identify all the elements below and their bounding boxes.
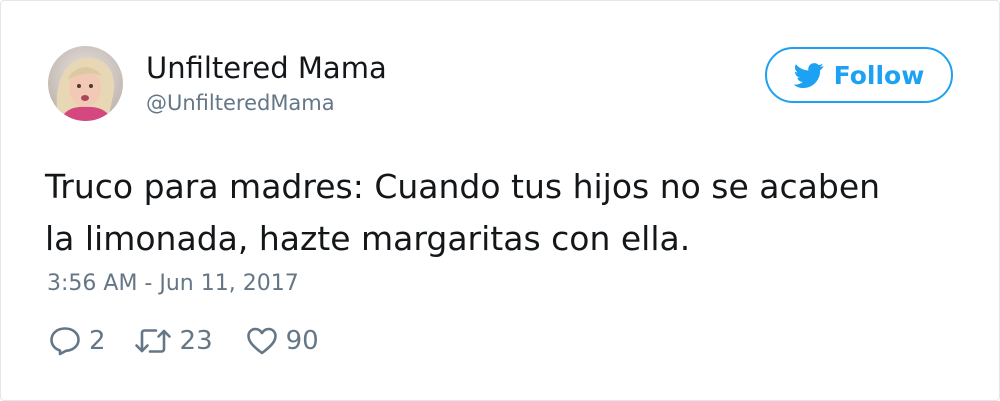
retweet-button[interactable]: 23 <box>134 326 213 356</box>
reply-button[interactable]: 2 <box>49 326 106 356</box>
follow-label: Follow <box>833 60 925 90</box>
avatar[interactable] <box>48 46 123 121</box>
retweet-icon <box>134 327 172 355</box>
like-button[interactable]: 90 <box>246 326 319 356</box>
profile-photo-icon <box>48 46 123 121</box>
tweet-text-line: Truco para madres: Cuando tus hijos no s… <box>45 167 881 206</box>
tweet-card: Unfiltered Mama @UnfilteredMama Follow T… <box>0 0 1000 401</box>
reply-icon <box>49 326 81 356</box>
like-count: 90 <box>285 326 319 356</box>
retweet-count: 23 <box>179 326 213 356</box>
twitter-bird-icon <box>793 62 824 88</box>
tweet-text: Truco para madres: Cuando tus hijos no s… <box>45 161 965 265</box>
user-handle[interactable]: @UnfilteredMama <box>146 90 335 116</box>
tweet-actions: 2 23 90 <box>49 321 319 361</box>
follow-button[interactable]: Follow <box>765 47 953 103</box>
heart-icon <box>246 326 278 356</box>
reply-count: 2 <box>89 326 106 356</box>
display-name[interactable]: Unfiltered Mama <box>146 50 387 86</box>
tweet-timestamp[interactable]: 3:56 AM - Jun 11, 2017 <box>47 269 299 299</box>
tweet-text-line: la limonada, hazte margaritas con ella. <box>45 219 691 258</box>
